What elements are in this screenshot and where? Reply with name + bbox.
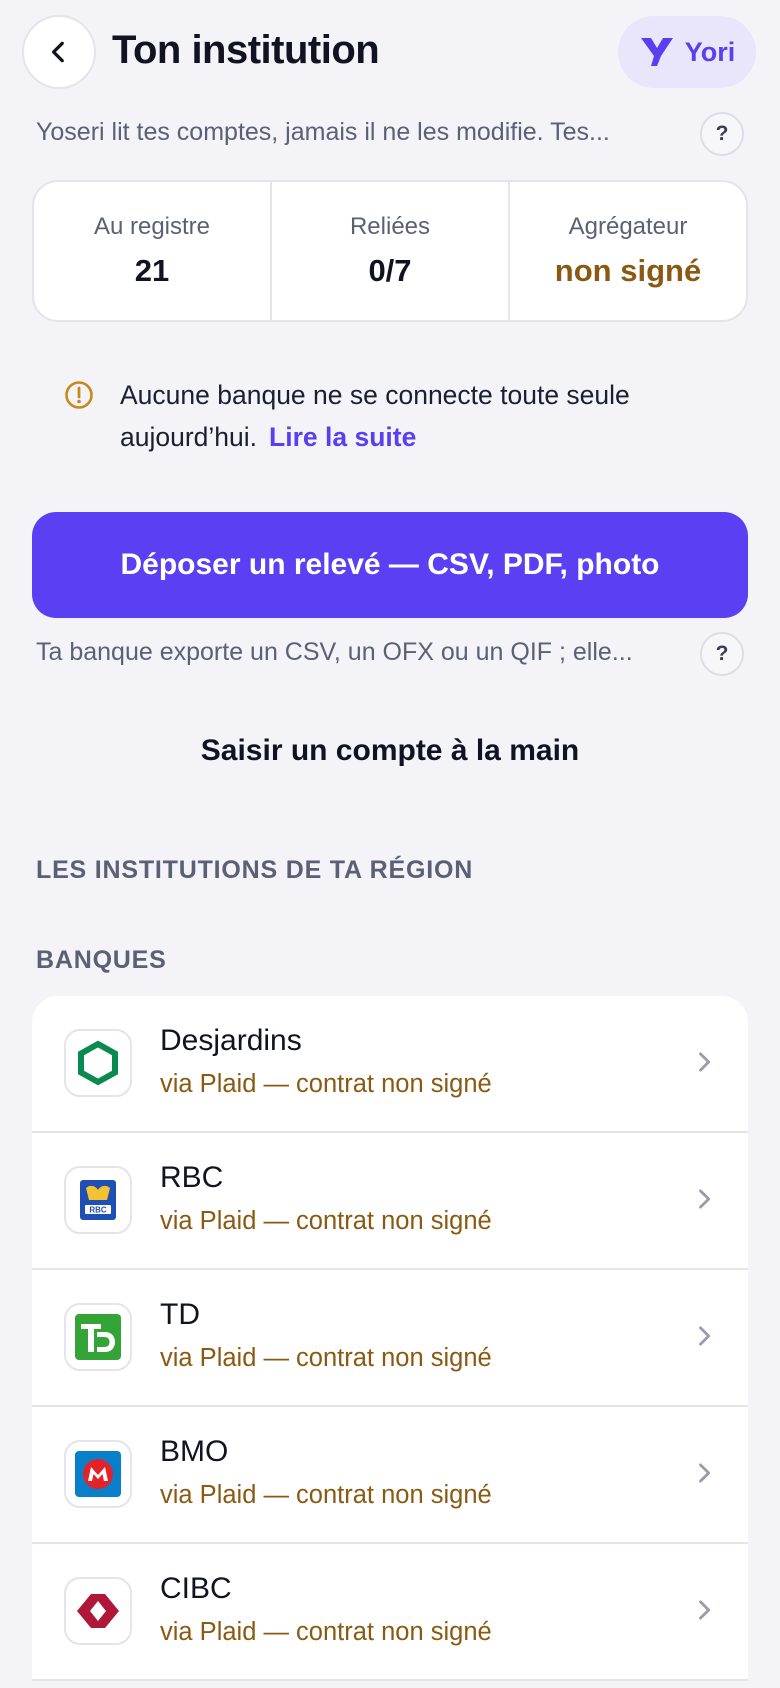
chevron-right-icon [699, 1189, 711, 1209]
yori-assistant-button[interactable]: Yori [618, 16, 756, 88]
page-title: Ton institution [112, 28, 380, 72]
upload-help-button[interactable]: ? [700, 632, 744, 676]
intro-text: Yoseri lit tes comptes, jamais il ne les… [36, 118, 610, 146]
bank-status: via Plaid — contrat non signé [160, 1481, 492, 1509]
stat-linked: Reliées 0/7 [272, 182, 510, 320]
manual-entry-button[interactable]: Saisir un compte à la main [32, 726, 748, 776]
upload-hint: Ta banque exporte un CSV, un OFX ou un Q… [36, 638, 633, 666]
upload-statement-button[interactable]: Déposer un relevé — CSV, PDF, photo [32, 512, 748, 618]
stat-value: non signé [554, 253, 702, 288]
stat-label: Reliées [349, 213, 431, 240]
stat-label: Au registre [93, 213, 211, 240]
stat-aggregator: Agrégateur non signé [510, 182, 746, 320]
yori-label: Yori [684, 36, 736, 67]
intro-help-button[interactable]: ? [700, 112, 744, 156]
bank-row-rbc[interactable]: RBC RBC via Plaid — contrat non signé [32, 1133, 748, 1270]
stat-label: Agrégateur [568, 213, 688, 240]
chevron-right-icon [699, 1600, 711, 1620]
bank-status: via Plaid — contrat non signé [160, 1070, 492, 1098]
stats-card: Au registre 21 Reliées 0/7 Agrégateur no… [32, 180, 748, 322]
chevron-right-icon [699, 1326, 711, 1346]
alert-circle-icon [65, 381, 93, 409]
cibc-logo [64, 1577, 132, 1645]
bank-name: TD [160, 1298, 200, 1331]
bank-row-bmo[interactable]: BMO via Plaid — contrat non signé [32, 1407, 748, 1544]
bank-name: RBC [160, 1161, 224, 1194]
bmo-logo [64, 1440, 132, 1508]
svg-text:RBC: RBC [89, 1206, 107, 1215]
back-button[interactable] [22, 15, 96, 89]
region-section-title: LES INSTITUTIONS DE TA RÉGION [36, 856, 474, 884]
desjardins-logo [64, 1029, 132, 1097]
rbc-logo: RBC [64, 1166, 132, 1234]
bank-name: Desjardins [160, 1024, 302, 1057]
bank-status: via Plaid — contrat non signé [160, 1207, 492, 1235]
stat-registry: Au registre 21 [34, 182, 272, 320]
read-more-link[interactable]: Lire la suite [269, 422, 416, 452]
bank-name: CIBC [160, 1572, 232, 1605]
chevron-left-icon [51, 41, 64, 63]
banks-section-title: BANQUES [36, 946, 167, 974]
header: Ton institution Yori [0, 0, 780, 104]
stat-value: 0/7 [368, 253, 412, 288]
notice-text: Aucune banque ne se connecte toute seule… [120, 374, 720, 458]
bank-row-cibc[interactable]: CIBC via Plaid — contrat non signé [32, 1544, 748, 1681]
bank-list: Desjardins via Plaid — contrat non signé… [32, 996, 748, 1681]
bank-status: via Plaid — contrat non signé [160, 1618, 492, 1646]
chevron-right-icon [699, 1463, 711, 1483]
bank-row-desjardins[interactable]: Desjardins via Plaid — contrat non signé [32, 996, 748, 1133]
td-logo [64, 1303, 132, 1371]
stat-value: 21 [134, 253, 170, 288]
bank-status: via Plaid — contrat non signé [160, 1344, 492, 1372]
bank-name: BMO [160, 1435, 229, 1468]
chevron-right-icon [699, 1052, 711, 1072]
yori-logo-icon [640, 38, 673, 66]
bank-row-td[interactable]: TD via Plaid — contrat non signé [32, 1270, 748, 1407]
